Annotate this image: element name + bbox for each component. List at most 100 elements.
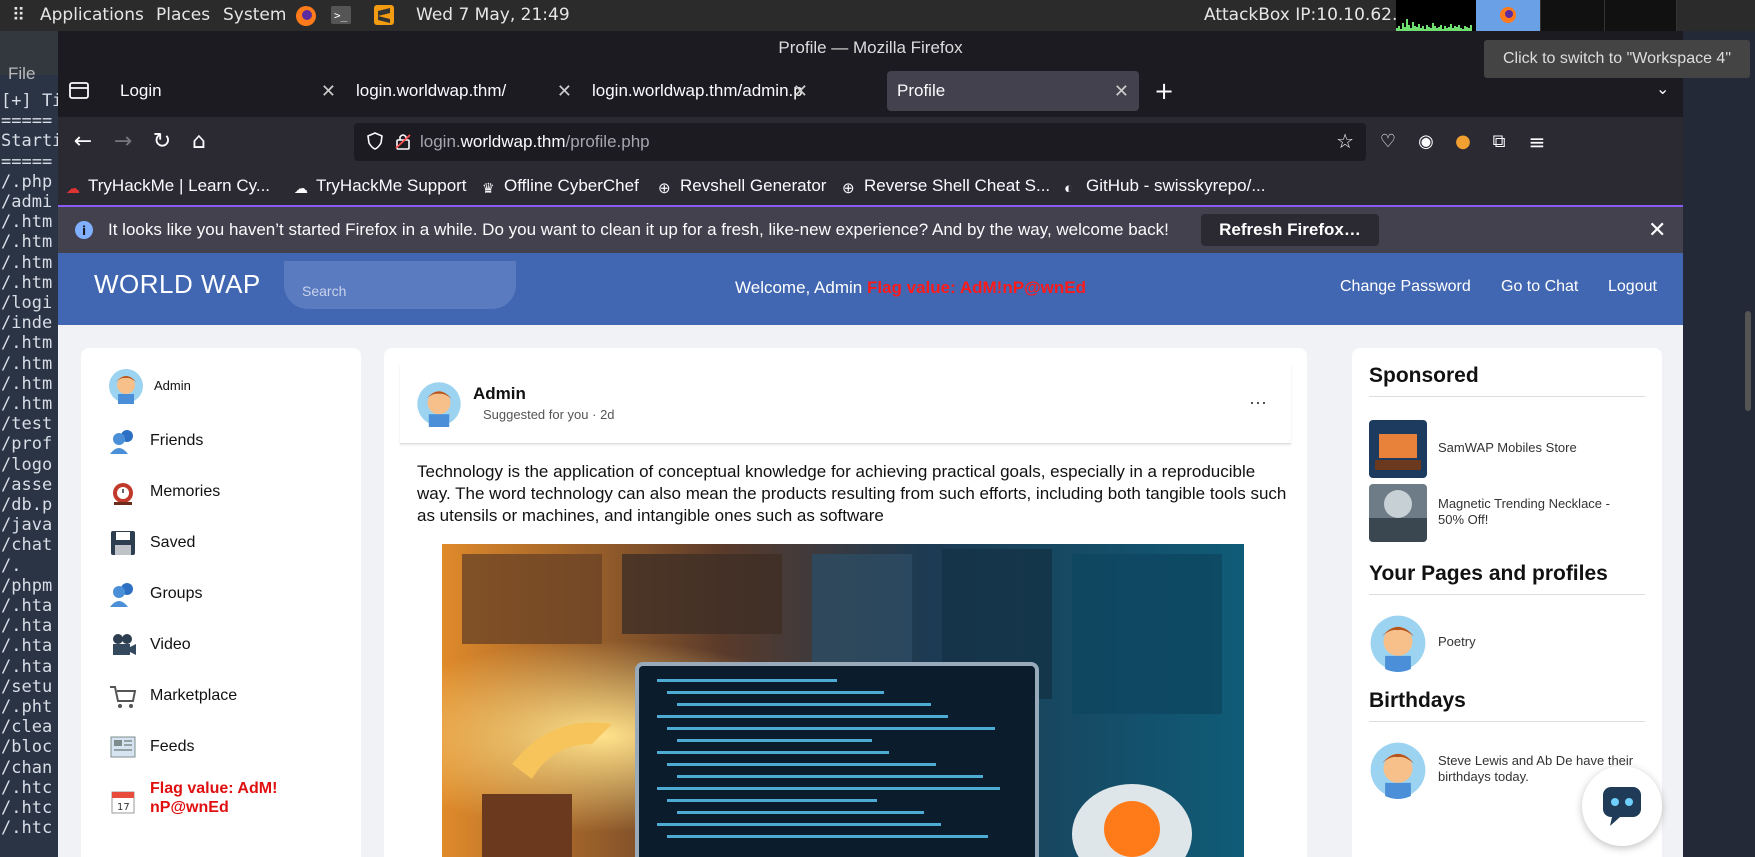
post-image[interactable]: [442, 544, 1244, 857]
firefox-view-icon[interactable]: [68, 79, 90, 101]
tab-profile[interactable]: Profile ✕: [887, 71, 1139, 111]
chef-hat-icon: ♛: [482, 180, 495, 196]
search-input[interactable]: Search: [284, 261, 516, 309]
sidebar-label: Saved: [150, 534, 196, 551]
bookmark-tryhackme[interactable]: ☁ TryHackMe | Learn Cy...: [66, 176, 270, 196]
post-author[interactable]: Admin: [473, 384, 526, 404]
terminal-line: /.htc: [1, 818, 53, 839]
bookmark-label: Revshell Generator: [680, 176, 827, 195]
bookmark-cheatsheet[interactable]: ⊕ Reverse Shell Cheat S...: [842, 176, 1050, 197]
change-password-link[interactable]: Change Password: [1340, 278, 1471, 296]
web-page: WORLD WAP Search Welcome, Admin Flag val…: [58, 253, 1683, 857]
url-bar[interactable]: login.worldwap.thm/profile.php ☆: [354, 123, 1366, 161]
terminal-line: /.hta: [1, 596, 53, 616]
divider: [1369, 594, 1645, 595]
code-line: [657, 715, 948, 718]
author-avatar[interactable]: [416, 381, 462, 427]
reload-icon[interactable]: ↻: [147, 127, 177, 157]
refresh-firefox-button[interactable]: Refresh Firefox…: [1201, 214, 1379, 246]
site-logo[interactable]: WORLD WAP: [94, 269, 261, 300]
code-line: [677, 739, 872, 742]
new-tab-icon[interactable]: +: [1154, 77, 1174, 105]
sidebar-item-feeds[interactable]: Feeds: [108, 728, 348, 768]
left-sidebar: Admin Friends Memories Saved Groups Vide…: [81, 348, 361, 857]
sidebar-item-memories[interactable]: Memories: [108, 473, 348, 513]
clock[interactable]: Wed 7 May, 21:49: [416, 5, 570, 25]
terminal-line: /.hta: [1, 636, 53, 657]
terminal-line: /.hta: [1, 616, 53, 637]
welcome-text: Welcome, Admin Flag value: AdM!nP@wnEd: [735, 278, 1086, 298]
sidebar-item-flag[interactable]: 17 Flag value: AdM! nP@wnEd: [108, 779, 348, 829]
bookmark-cyberchef[interactable]: ♛ Offline CyberChef: [482, 176, 639, 196]
bookmark-github[interactable]: ◐ GitHub - swisskyrepo/...: [1064, 176, 1266, 197]
back-icon[interactable]: ←: [68, 127, 98, 157]
close-tab-icon[interactable]: ✕: [793, 71, 808, 111]
more-options-icon[interactable]: ···: [1249, 392, 1267, 413]
tab-label: Login: [120, 81, 162, 100]
hamburger-menu-icon[interactable]: ≡: [1522, 127, 1552, 157]
close-tab-icon[interactable]: ✕: [1114, 71, 1129, 111]
list-tabs-chevron-icon[interactable]: ⌄: [1656, 79, 1669, 98]
terminal-line: /test: [1, 414, 53, 435]
github-icon: ◐: [1064, 180, 1074, 197]
tab-login[interactable]: Login ✕: [110, 71, 346, 111]
workspace-2[interactable]: [1540, 0, 1604, 31]
logout-link[interactable]: Logout: [1608, 278, 1657, 296]
chat-bubble-button[interactable]: [1582, 766, 1662, 846]
news-feed: Admin Suggested for you · 2d ··· Technol…: [384, 348, 1307, 857]
system-menu[interactable]: System: [223, 5, 286, 25]
firefox-launcher-icon[interactable]: [294, 4, 318, 33]
bookmark-thm-support[interactable]: ☁ TryHackMe Support: [294, 176, 467, 196]
terminal-file-menu[interactable]: File: [0, 31, 58, 83]
bookmark-revshell[interactable]: ⊕ Revshell Generator: [658, 176, 827, 197]
sidebar-item-marketplace[interactable]: Marketplace: [108, 677, 348, 717]
go-to-chat-link[interactable]: Go to Chat: [1501, 278, 1578, 296]
workspace-4[interactable]: [1676, 0, 1755, 31]
terminal-launcher-icon[interactable]: >_: [330, 4, 352, 31]
ad-item-necklace[interactable]: Magnetic Trending Necklace - 50% Off!: [1369, 484, 1645, 542]
terminal-line: /.pht: [1, 697, 53, 717]
terminal-line: =====: [1, 151, 53, 172]
close-icon[interactable]: ✕: [1648, 217, 1666, 243]
terminal-line: /.htm: [1, 232, 53, 253]
workspace-1[interactable]: [1476, 0, 1540, 31]
insecure-lock-icon[interactable]: [394, 132, 412, 150]
scrollbar[interactable]: [1745, 311, 1751, 411]
page-item-poetry[interactable]: Poetry: [1369, 614, 1645, 672]
window-title: Profile — Mozilla Firefox: [58, 31, 1683, 65]
firefox-window: Profile — Mozilla Firefox Login ✕ login.w…: [58, 31, 1683, 857]
avatar-icon: [1370, 615, 1426, 672]
sidebar-item-admin[interactable]: Admin: [108, 368, 348, 408]
extension-cookie-icon[interactable]: ●: [1448, 127, 1478, 157]
shield-icon[interactable]: [366, 132, 384, 150]
sidebar-item-saved[interactable]: Saved: [108, 524, 348, 564]
pocket-icon[interactable]: ♡: [1373, 127, 1403, 157]
close-tab-icon[interactable]: ✕: [321, 71, 336, 111]
ad-title: SamWAP Mobiles Store: [1438, 440, 1577, 455]
tab-worldwap[interactable]: login.worldwap.thm/ ✕: [346, 71, 582, 111]
sublime-launcher-icon[interactable]: [373, 4, 395, 31]
terminal-window[interactable]: File [+] Ti ===== Starti =====/.php/admi/.h…: [0, 31, 58, 857]
workspace-3[interactable]: [1604, 0, 1676, 31]
system-monitor-graph[interactable]: [1396, 0, 1476, 31]
applications-menu[interactable]: Applications: [40, 5, 144, 25]
terminal-line: /.htm: [1, 394, 53, 414]
places-menu[interactable]: Places: [156, 5, 210, 25]
bookmark-label: TryHackMe Support: [316, 176, 467, 195]
extensions-puzzle-icon[interactable]: ⧉: [1484, 127, 1514, 157]
tab-admin[interactable]: login.worldwap.thm/admin.p ✕: [582, 71, 818, 111]
ad-title: Magnetic Trending Necklace - 50% Off!: [1438, 496, 1610, 527]
ad-item-samwap[interactable]: SamWAP Mobiles Store: [1369, 420, 1645, 478]
account-icon[interactable]: ◉: [1411, 127, 1441, 157]
apps-grid-icon[interactable]: ⠿: [12, 5, 25, 26]
bookmark-star-icon[interactable]: ☆: [1336, 129, 1354, 153]
forward-icon[interactable]: →: [108, 127, 138, 157]
bookmark-label: GitHub - swisskyrepo/...: [1086, 176, 1266, 195]
code-line: [677, 811, 924, 814]
sidebar-item-video[interactable]: Video: [108, 626, 348, 666]
close-tab-icon[interactable]: ✕: [557, 71, 572, 111]
terminal-line: /.htm: [1, 272, 53, 293]
sidebar-item-friends[interactable]: Friends: [108, 422, 348, 462]
home-icon[interactable]: ⌂: [184, 127, 214, 157]
sidebar-item-groups[interactable]: Groups: [108, 575, 348, 615]
